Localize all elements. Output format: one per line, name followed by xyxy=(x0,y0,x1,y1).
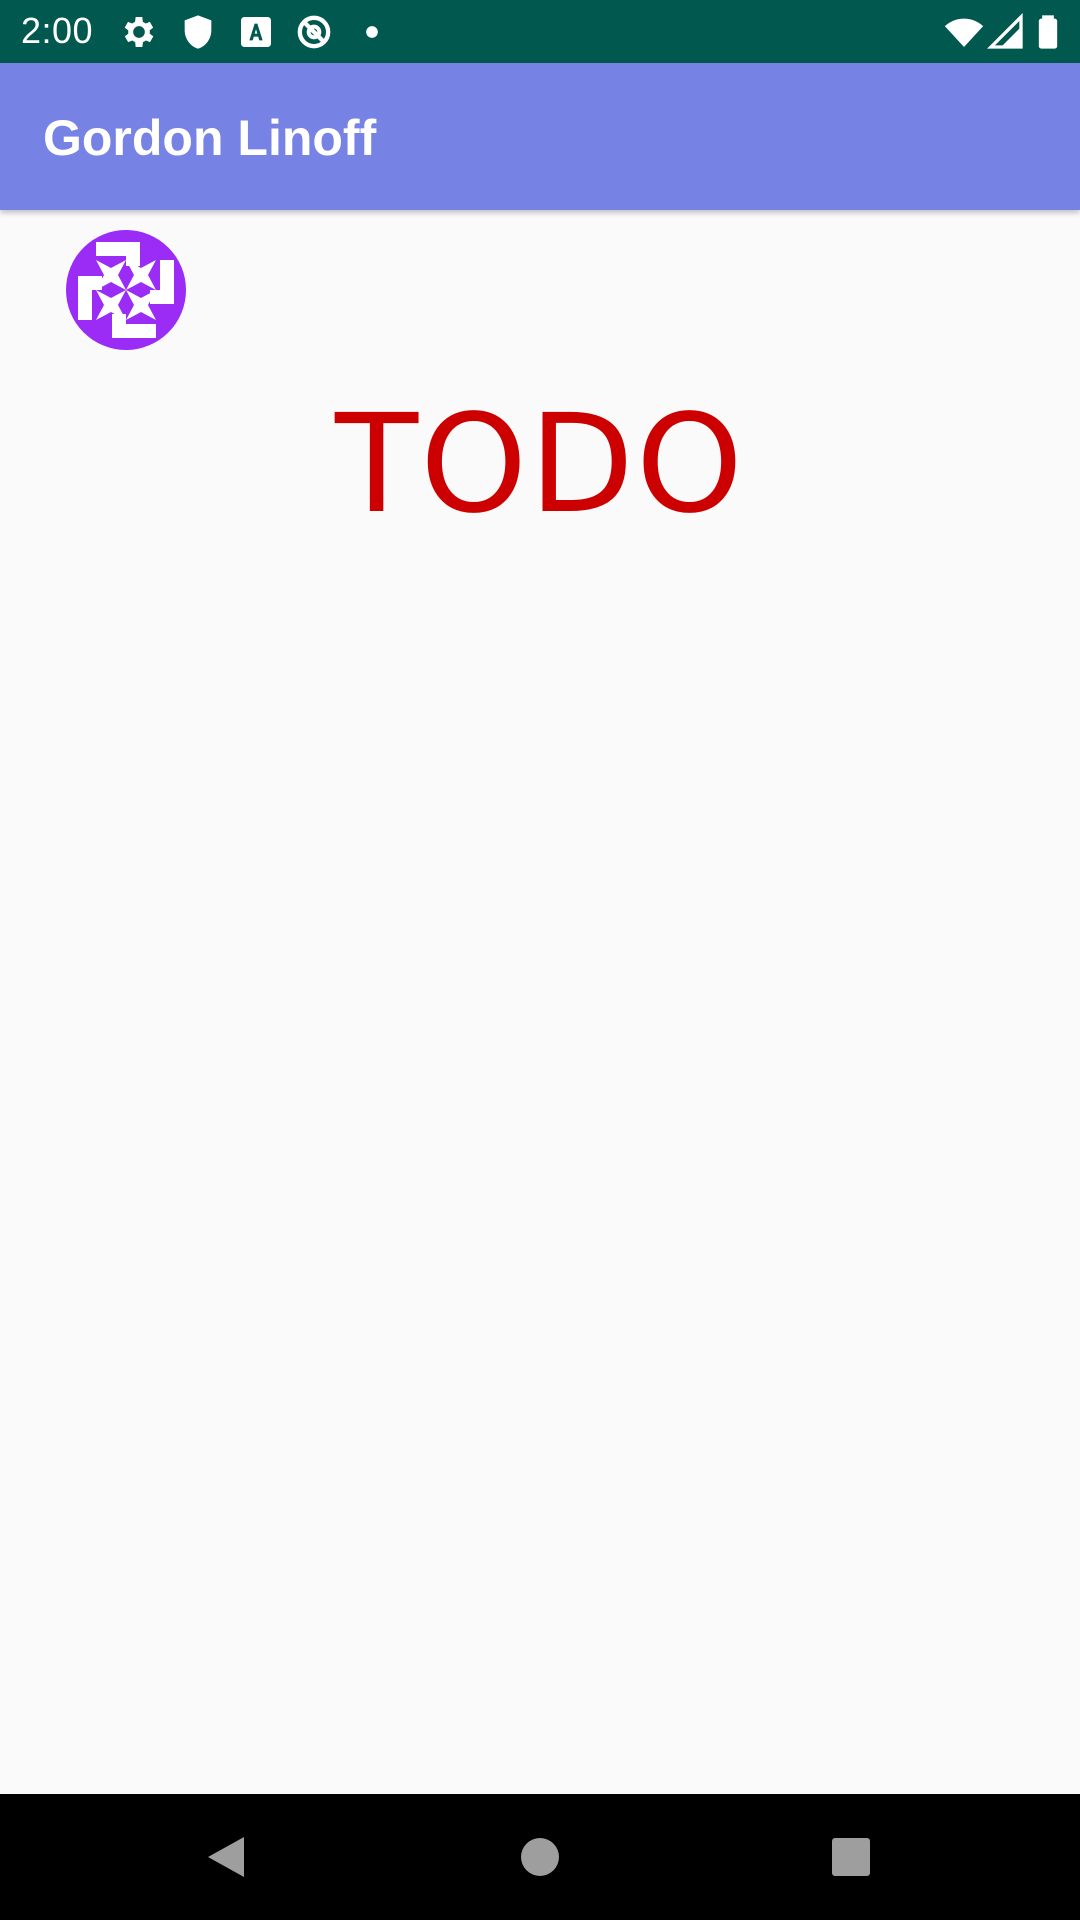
page-title: Gordon Linoff xyxy=(43,110,377,166)
recents-icon[interactable] xyxy=(821,1827,881,1887)
no-disturb-icon xyxy=(294,12,334,52)
signal-icon xyxy=(986,12,1026,52)
back-icon[interactable] xyxy=(196,1827,256,1887)
avatar[interactable] xyxy=(66,230,186,350)
shield-icon xyxy=(178,12,218,52)
battery-icon xyxy=(1028,12,1068,52)
identicon-avatar-icon xyxy=(66,230,186,350)
font-a-icon xyxy=(236,12,276,52)
gear-icon xyxy=(119,12,159,52)
status-time: 2:00 xyxy=(21,10,94,51)
todo-label: TODO xyxy=(335,386,745,544)
navigation-bar xyxy=(0,1794,1080,1920)
wifi-icon xyxy=(944,12,984,52)
home-icon[interactable] xyxy=(510,1827,570,1887)
status-bar: 2:00 xyxy=(0,0,1080,63)
app-bar: Gordon Linoff xyxy=(0,63,1080,210)
dot-icon xyxy=(352,12,392,52)
